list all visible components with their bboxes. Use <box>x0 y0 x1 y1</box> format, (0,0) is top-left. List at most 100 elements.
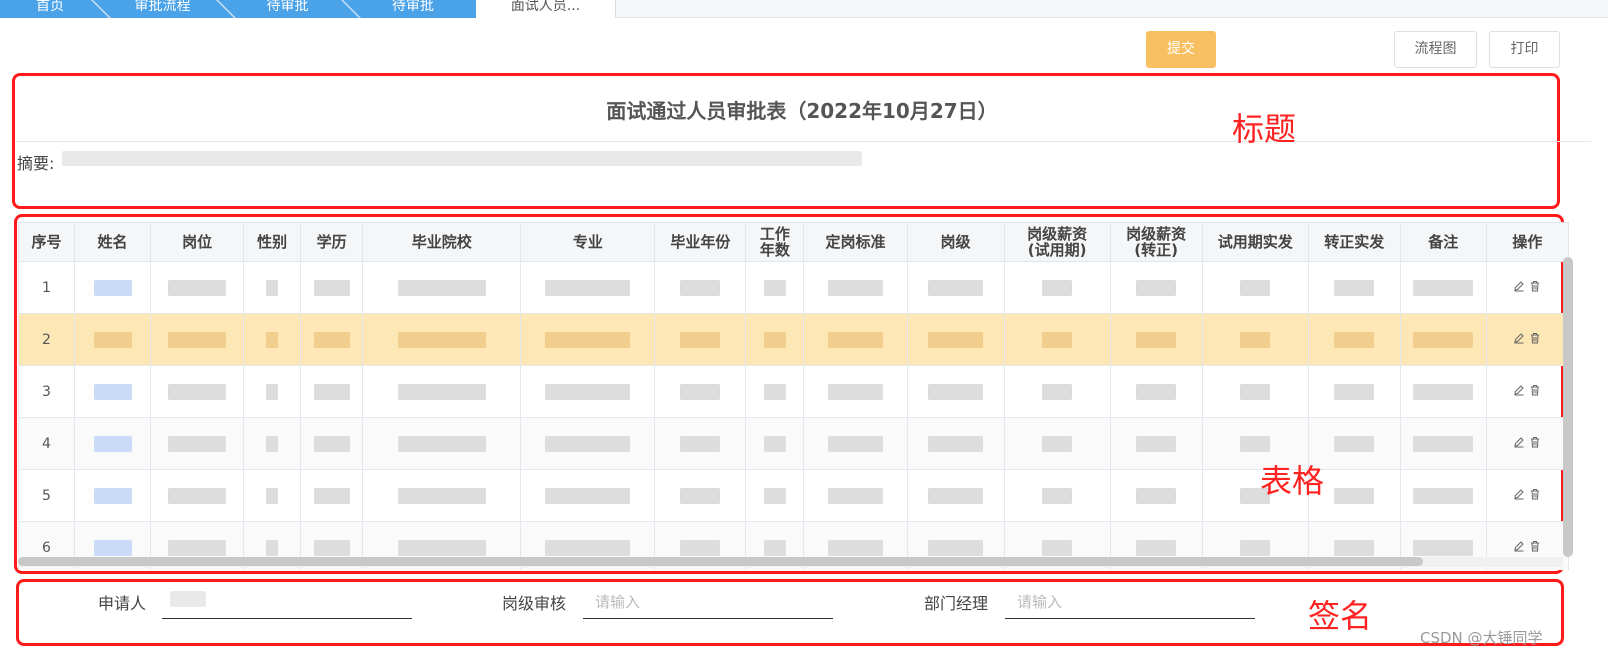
redacted-value <box>168 279 227 296</box>
row-index-cell: 3 <box>18 365 76 418</box>
redacted-cell <box>1109 365 1203 418</box>
redacted-value <box>168 383 227 400</box>
grade-review-input[interactable]: 请输入 <box>595 591 640 612</box>
redacted-cell <box>906 261 1005 314</box>
redacted-cell <box>654 313 747 366</box>
edit-icon[interactable] <box>1513 280 1525 292</box>
flowchart-button[interactable]: 流程图 <box>1394 31 1477 68</box>
redacted-value <box>93 435 132 452</box>
col-header: 性别 <box>243 222 302 262</box>
tab-pending-1[interactable]: 待审批 <box>225 0 350 18</box>
delete-icon[interactable] <box>1529 488 1541 500</box>
redacted-cell <box>1109 261 1203 314</box>
redacted-cell <box>74 365 152 418</box>
watermark: CSDN @大锤同学 <box>1420 629 1543 647</box>
tab-label: 待审批 <box>392 0 434 14</box>
redacted-cell <box>300 261 364 314</box>
redacted-cell <box>362 469 522 522</box>
applicant-label: 申请人 <box>98 594 147 613</box>
row-index-cell: 5 <box>18 469 76 522</box>
redacted-value <box>763 487 786 504</box>
delete-icon[interactable] <box>1529 280 1541 292</box>
edit-icon[interactable] <box>1513 488 1525 500</box>
redacted-cell <box>74 417 152 470</box>
edit-icon[interactable] <box>1513 332 1525 344</box>
redacted-value <box>1334 279 1375 296</box>
redacted-value <box>266 435 279 452</box>
table-header-row: 序号 姓名 岗位 性别 学历 毕业院校 专业 毕业年份 工作 年数 定岗标准 岗… <box>18 222 1570 262</box>
redacted-cell <box>745 469 805 522</box>
print-button[interactable]: 打印 <box>1489 31 1560 68</box>
redacted-cell <box>1201 313 1309 366</box>
redacted-value <box>1136 487 1177 504</box>
col-header: 转正实发 <box>1307 222 1401 262</box>
form-title: 面试通过人员审批表（2022年10月27日） <box>606 99 998 123</box>
annotation-title-label: 标题 <box>1232 110 1297 148</box>
redacted-cell <box>1003 417 1111 470</box>
col-header: 毕业年份 <box>654 222 747 262</box>
approval-table: 序号 姓名 岗位 性别 学历 毕业院校 专业 毕业年份 工作 年数 定岗标准 岗… <box>18 222 1587 570</box>
redacted-cell <box>803 261 908 314</box>
redacted-value <box>313 539 350 556</box>
redacted-value <box>1334 487 1375 504</box>
redacted-value <box>397 331 486 348</box>
redacted-value <box>397 383 486 400</box>
delete-icon[interactable] <box>1529 332 1541 344</box>
tab-approval-flow[interactable]: 审批流程 <box>100 0 225 18</box>
redacted-value <box>1240 383 1271 400</box>
redacted-cell <box>150 469 245 522</box>
redacted-value <box>93 383 132 400</box>
redacted-value <box>266 331 279 348</box>
dept-manager-input[interactable]: 请输入 <box>1017 591 1062 612</box>
redacted-cell <box>362 417 522 470</box>
redacted-value <box>680 487 721 504</box>
redacted-value <box>168 331 227 348</box>
annotation-signature-label: 签名 <box>1308 597 1373 635</box>
redacted-value <box>266 539 279 556</box>
redacted-value <box>266 487 279 504</box>
applicant-field[interactable] <box>162 618 412 619</box>
redacted-cell <box>745 313 805 366</box>
redacted-cell <box>1003 261 1111 314</box>
table-row[interactable]: 3 <box>18 365 1570 418</box>
redacted-cell <box>300 417 364 470</box>
horizontal-scrollbar[interactable] <box>18 557 1423 566</box>
tab-pending-2[interactable]: 待审批 <box>350 0 476 18</box>
redacted-value <box>928 279 984 296</box>
redacted-value <box>1334 331 1375 348</box>
redacted-cell <box>1399 365 1487 418</box>
delete-icon[interactable] <box>1529 436 1541 448</box>
delete-icon[interactable] <box>1529 540 1541 552</box>
redacted-cell <box>74 469 152 522</box>
vertical-scrollbar[interactable] <box>1563 257 1573 557</box>
col-header: 学历 <box>300 222 364 262</box>
tab-interview[interactable]: 面试人员... <box>476 0 616 18</box>
delete-icon[interactable] <box>1529 384 1541 396</box>
col-header: 专业 <box>520 222 656 262</box>
edit-icon[interactable] <box>1513 540 1525 552</box>
redacted-cell <box>1399 261 1487 314</box>
redacted-cell <box>1307 261 1401 314</box>
redacted-value <box>1413 539 1474 556</box>
redacted-cell <box>362 261 522 314</box>
redacted-value <box>1334 435 1375 452</box>
table-row[interactable]: 5 <box>18 469 1570 522</box>
redacted-value <box>168 539 227 556</box>
redacted-value <box>93 279 132 296</box>
submit-button[interactable]: 提交 <box>1146 31 1216 68</box>
table-row[interactable]: 4 <box>18 417 1570 470</box>
redacted-value <box>313 487 350 504</box>
redacted-value <box>545 331 631 348</box>
edit-icon[interactable] <box>1513 436 1525 448</box>
edit-icon[interactable] <box>1513 384 1525 396</box>
redacted-value <box>93 331 132 348</box>
table-row[interactable]: 1 <box>18 261 1570 314</box>
redacted-cell <box>1201 261 1309 314</box>
table-row[interactable]: 2 <box>18 313 1570 366</box>
col-header: 工作 年数 <box>745 222 805 262</box>
redacted-value <box>545 383 631 400</box>
redacted-cell <box>300 469 364 522</box>
tab-home[interactable]: 首页 <box>0 0 100 18</box>
annotation-table-label: 表格 <box>1260 462 1325 500</box>
redacted-value <box>1334 539 1375 556</box>
